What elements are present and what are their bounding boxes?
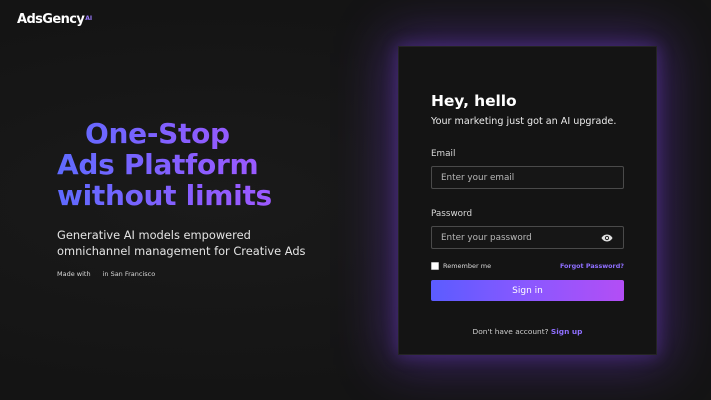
login-subtitle: Your marketing just got an AI upgrade. [431, 116, 617, 127]
brand-name: AdsGency [17, 12, 85, 27]
hero-section: One-Stop Ads Platform without limits Gen… [57, 118, 357, 278]
eye-icon[interactable] [601, 233, 613, 243]
no-account-text: Don't have account? [472, 327, 549, 336]
forgot-password-link[interactable]: Forgot Password? [560, 262, 624, 270]
made-with-suffix: in San Francisco [102, 270, 156, 278]
hero-title-line-1: One-Stop [85, 117, 230, 150]
password-field-container [431, 226, 624, 249]
password-field[interactable] [432, 227, 623, 248]
remember-me-checkbox[interactable] [431, 262, 439, 270]
hero-title-line-3: without limits [57, 179, 272, 212]
made-with-note: Made with in San Francisco [57, 270, 357, 278]
hero-subtitle: Generative AI models empowered omnichann… [57, 228, 306, 258]
hero-title: One-Stop Ads Platform without limits [57, 118, 357, 211]
sign-up-link[interactable]: Sign up [551, 327, 583, 336]
sign-in-button[interactable]: Sign in [431, 280, 624, 301]
brand-logo[interactable]: AdsGency AI [17, 12, 92, 27]
remember-me[interactable]: Remember me [431, 262, 491, 270]
brand-suffix: AI [85, 15, 93, 22]
login-card: Hey, hello Your marketing just got an AI… [398, 46, 657, 355]
login-page: AdsGency AI One-Stop Ads Platform without… [0, 0, 711, 400]
remember-me-label: Remember me [443, 262, 492, 270]
email-label: Email [431, 149, 456, 159]
made-with-prefix: Made with [57, 270, 91, 278]
password-label: Password [431, 209, 473, 219]
hero-title-line-2: Ads Platform [57, 148, 259, 181]
login-options-row: Remember me Forgot Password? [431, 262, 624, 270]
login-title: Hey, hello [431, 92, 517, 110]
signup-row: Don't have account? Sign up [431, 327, 624, 336]
email-field-container [431, 166, 624, 189]
email-field[interactable] [432, 167, 623, 188]
